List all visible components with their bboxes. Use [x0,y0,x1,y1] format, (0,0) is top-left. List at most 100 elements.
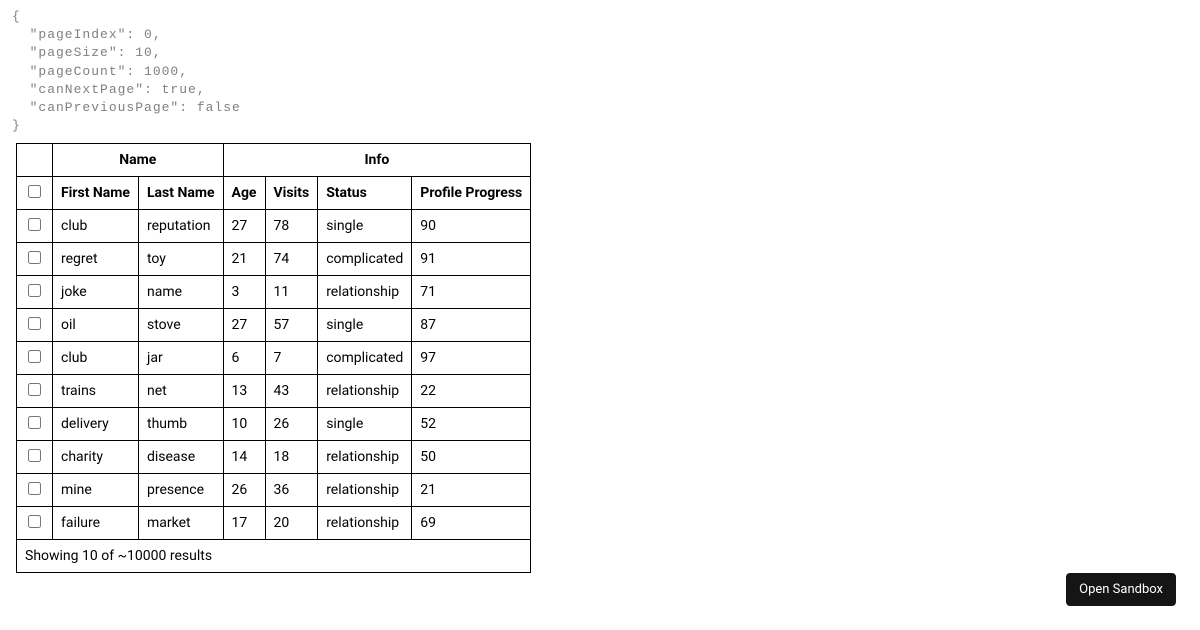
header-profile-progress[interactable]: Profile Progress [412,177,531,210]
table-row: charitydisease1418relationship50 [17,441,531,474]
row-checkbox[interactable] [28,416,41,429]
cell-profile-progress: 69 [412,507,531,540]
cell-visits: 36 [265,474,318,507]
row-checkbox[interactable] [28,284,41,297]
select-all-checkbox[interactable] [28,185,41,198]
row-checkbox[interactable] [28,482,41,495]
cell-visits: 43 [265,375,318,408]
header-checkbox-group [17,144,53,177]
cell-age: 6 [223,342,265,375]
table-row: jokename311relationship71 [17,276,531,309]
cell-age: 14 [223,441,265,474]
table-row: oilstove2757single87 [17,309,531,342]
cell-first-name: delivery [53,408,139,441]
cell-age: 21 [223,243,265,276]
header-status[interactable]: Status [318,177,412,210]
cell-first-name: club [53,342,139,375]
cell-profile-progress: 52 [412,408,531,441]
row-checkbox-cell [17,210,53,243]
row-checkbox-cell [17,474,53,507]
cell-status: relationship [318,507,412,540]
table-row: minepresence2636relationship21 [17,474,531,507]
cell-first-name: trains [53,375,139,408]
cell-first-name: oil [53,309,139,342]
cell-profile-progress: 91 [412,243,531,276]
cell-status: relationship [318,276,412,309]
cell-profile-progress: 50 [412,441,531,474]
row-checkbox[interactable] [28,515,41,528]
cell-visits: 18 [265,441,318,474]
row-checkbox-cell [17,441,53,474]
row-checkbox-cell [17,243,53,276]
header-last-name[interactable]: Last Name [138,177,223,210]
row-checkbox[interactable] [28,383,41,396]
header-group-info: Info [223,144,531,177]
cell-first-name: club [53,210,139,243]
row-checkbox[interactable] [28,317,41,330]
cell-status: single [318,408,412,441]
cell-last-name: market [138,507,223,540]
cell-profile-progress: 21 [412,474,531,507]
cell-visits: 78 [265,210,318,243]
cell-last-name: reputation [138,210,223,243]
cell-visits: 26 [265,408,318,441]
table-row: clubreputation2778single90 [17,210,531,243]
open-sandbox-button[interactable]: Open Sandbox [1066,573,1176,606]
cell-age: 27 [223,309,265,342]
cell-profile-progress: 90 [412,210,531,243]
cell-status: complicated [318,243,412,276]
cell-first-name: failure [53,507,139,540]
cell-status: relationship [318,441,412,474]
table-row: deliverythumb1026single52 [17,408,531,441]
cell-visits: 57 [265,309,318,342]
cell-last-name: stove [138,309,223,342]
row-checkbox[interactable] [28,218,41,231]
row-checkbox-cell [17,309,53,342]
table-row: failuremarket1720relationship69 [17,507,531,540]
row-checkbox[interactable] [28,449,41,462]
header-visits[interactable]: Visits [265,177,318,210]
row-checkbox-cell [17,342,53,375]
cell-age: 3 [223,276,265,309]
cell-profile-progress: 22 [412,375,531,408]
cell-visits: 74 [265,243,318,276]
row-checkbox-cell [17,276,53,309]
cell-age: 17 [223,507,265,540]
table-row: regrettoy2174complicated91 [17,243,531,276]
row-checkbox[interactable] [28,350,41,363]
cell-first-name: joke [53,276,139,309]
row-checkbox-cell [17,375,53,408]
header-age[interactable]: Age [223,177,265,210]
cell-last-name: thumb [138,408,223,441]
cell-profile-progress: 97 [412,342,531,375]
cell-last-name: jar [138,342,223,375]
cell-first-name: charity [53,441,139,474]
cell-age: 26 [223,474,265,507]
cell-status: relationship [318,375,412,408]
cell-last-name: presence [138,474,223,507]
header-first-name[interactable]: First Name [53,177,139,210]
data-table: Name Info First Name Last Name Age Visit… [16,143,531,573]
cell-age: 13 [223,375,265,408]
cell-profile-progress: 87 [412,309,531,342]
cell-last-name: toy [138,243,223,276]
cell-visits: 7 [265,342,318,375]
debug-json-output: { "pageIndex": 0, "pageSize": 10, "pageC… [0,0,1200,143]
cell-status: relationship [318,474,412,507]
cell-last-name: name [138,276,223,309]
cell-last-name: disease [138,441,223,474]
header-checkbox-cell [17,177,53,210]
cell-status: single [318,309,412,342]
cell-first-name: mine [53,474,139,507]
row-checkbox-cell [17,408,53,441]
cell-first-name: regret [53,243,139,276]
row-checkbox-cell [17,507,53,540]
table-row: clubjar67complicated97 [17,342,531,375]
cell-status: single [318,210,412,243]
row-checkbox[interactable] [28,251,41,264]
table-row: trainsnet1343relationship22 [17,375,531,408]
header-group-name: Name [53,144,224,177]
cell-visits: 20 [265,507,318,540]
cell-age: 27 [223,210,265,243]
cell-status: complicated [318,342,412,375]
